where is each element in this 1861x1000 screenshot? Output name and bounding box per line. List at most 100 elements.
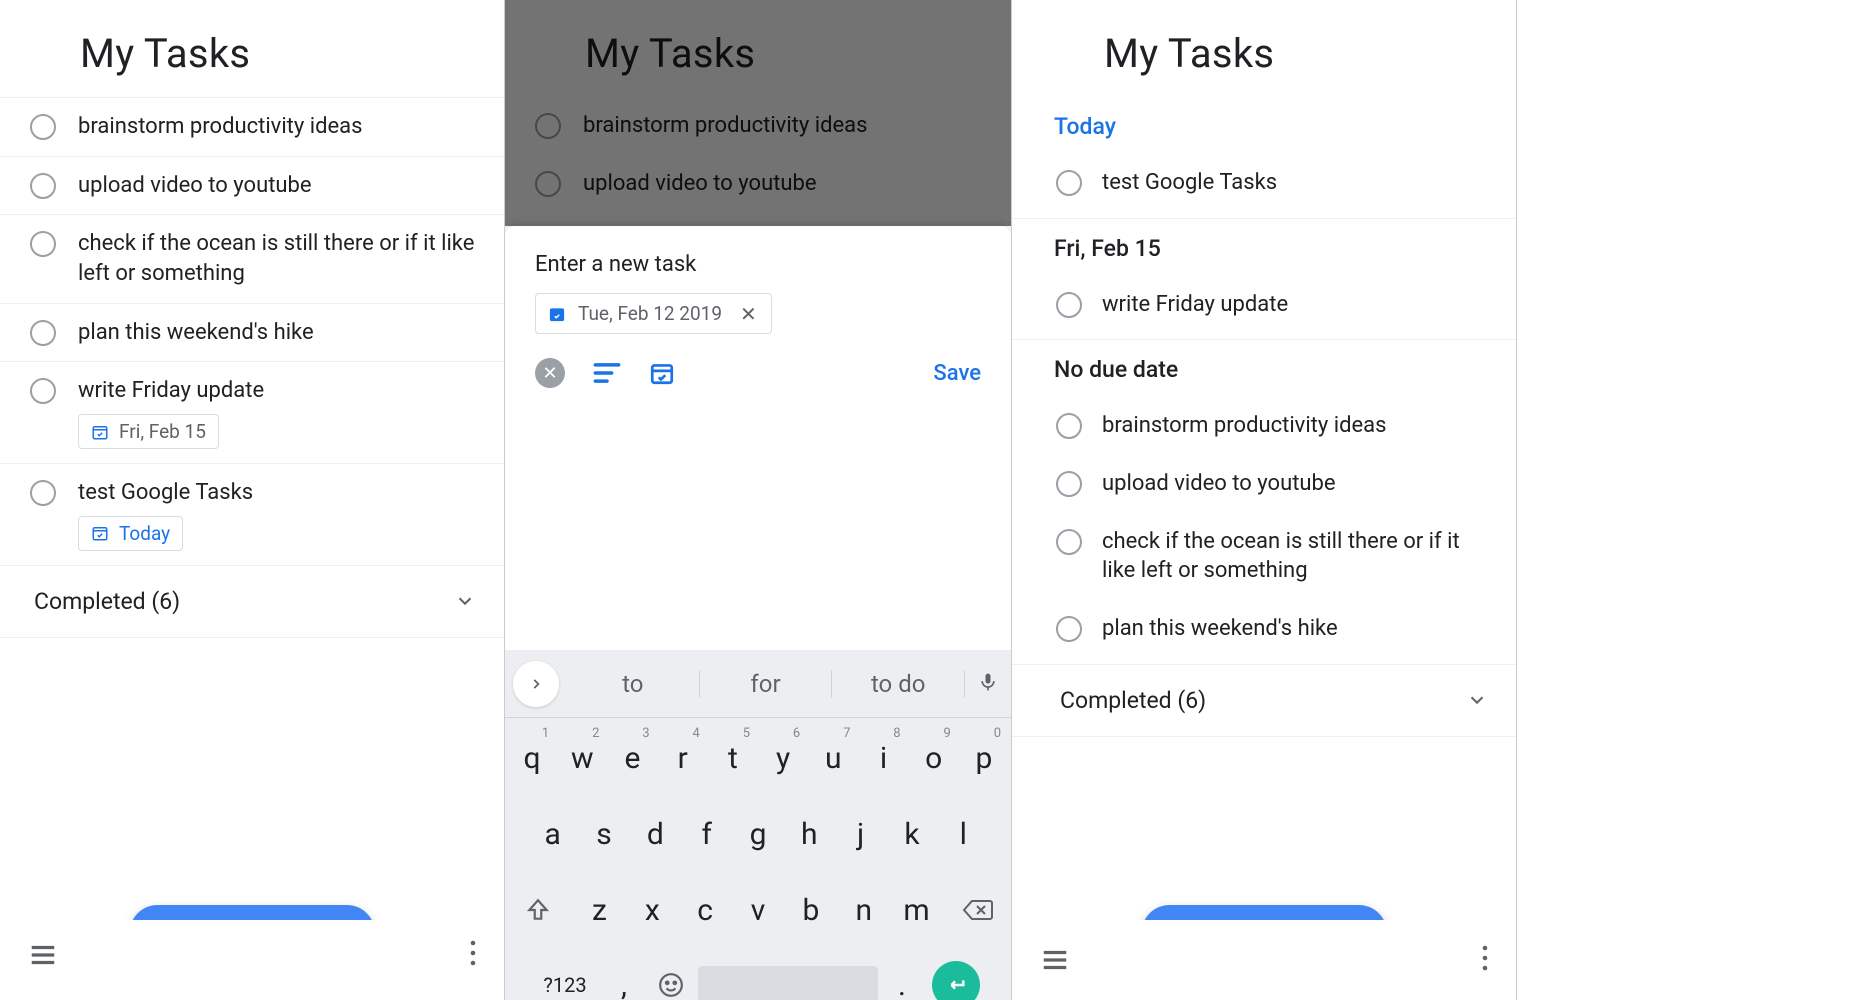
page-title: My Tasks <box>1012 0 1516 97</box>
key-o[interactable]: 9o <box>911 722 957 794</box>
task-text: plan this weekend's hike <box>78 318 314 348</box>
task-checkbox[interactable] <box>1056 616 1082 642</box>
key-m[interactable]: m <box>892 874 941 946</box>
task-text: plan this weekend's hike <box>1102 614 1338 644</box>
modal-scrim[interactable] <box>505 0 1011 226</box>
chevron-down-icon <box>454 590 476 612</box>
task-row[interactable]: plan this weekend's hike <box>1012 600 1516 658</box>
bottom-bar <box>0 920 504 1000</box>
task-row[interactable]: check if the ocean is still there or if … <box>1012 513 1516 600</box>
keyboard: to for to do 1q2w3e4r5t6y7u8i9o0p asdfgh… <box>505 650 1011 1000</box>
menu-icon[interactable] <box>1040 945 1070 975</box>
task-checkbox[interactable] <box>1056 170 1082 196</box>
task-text: upload video to youtube <box>1102 469 1336 499</box>
task-row[interactable]: brainstorm productivity ideas <box>0 97 504 157</box>
more-icon[interactable] <box>470 940 476 970</box>
task-row[interactable]: write Friday update Fri, Feb 15 <box>0 362 504 464</box>
task-row[interactable]: brainstorm productivity ideas <box>1012 397 1516 455</box>
task-row[interactable]: test Google Tasks <box>1012 154 1516 212</box>
completed-toggle[interactable]: Completed (6) <box>0 566 504 638</box>
section-header: Fri, Feb 15 <box>1012 219 1516 276</box>
symbols-key[interactable]: ?123 <box>530 950 600 1000</box>
space-key[interactable] <box>698 966 878 1000</box>
key-w[interactable]: 2w <box>559 722 605 794</box>
key-n[interactable]: n <box>839 874 888 946</box>
key-a[interactable]: a <box>529 798 576 870</box>
task-checkbox[interactable] <box>1056 413 1082 439</box>
key-q[interactable]: 1q <box>509 722 555 794</box>
completed-label: Completed (6) <box>1060 687 1206 714</box>
task-row[interactable]: upload video to youtube <box>0 157 504 216</box>
task-checkbox[interactable] <box>1056 292 1082 318</box>
task-checkbox[interactable] <box>1056 471 1082 497</box>
key-p[interactable]: 0p <box>961 722 1007 794</box>
key-k[interactable]: k <box>888 798 935 870</box>
key-z[interactable]: z <box>575 874 624 946</box>
key-l[interactable]: l <box>940 798 987 870</box>
key-f[interactable]: f <box>683 798 730 870</box>
task-row[interactable]: test Google Tasks Today <box>0 464 504 566</box>
key-e[interactable]: 3e <box>609 722 655 794</box>
suggestion[interactable]: to <box>567 670 700 698</box>
task-checkbox[interactable] <box>30 378 56 404</box>
more-icon[interactable] <box>1482 945 1488 975</box>
backspace-key[interactable] <box>949 874 1007 946</box>
phone-tasks-by-date: My Tasks Today test Google Tasks Fri, Fe… <box>1012 0 1517 1000</box>
key-h[interactable]: h <box>786 798 833 870</box>
task-checkbox[interactable] <box>30 173 56 199</box>
phone-new-task-sheet: My Tasks brainstorm productivity ideas u… <box>505 0 1012 1000</box>
key-i[interactable]: 8i <box>860 722 906 794</box>
key-x[interactable]: x <box>628 874 677 946</box>
completed-label: Completed (6) <box>34 588 180 615</box>
expand-icon[interactable] <box>513 661 559 707</box>
task-text: brainstorm productivity ideas <box>1102 411 1387 441</box>
task-checkbox[interactable] <box>30 480 56 506</box>
key-u[interactable]: 7u <box>810 722 856 794</box>
enter-key[interactable] <box>926 950 986 1000</box>
calendar-icon <box>548 305 566 323</box>
task-row[interactable]: upload video to youtube <box>1012 455 1516 513</box>
key-r[interactable]: 4r <box>660 722 706 794</box>
clear-date-icon[interactable]: ✕ <box>734 304 763 324</box>
task-checkbox[interactable] <box>1056 529 1082 555</box>
date-chip[interactable]: Tue, Feb 12 2019 ✕ <box>535 293 772 334</box>
calendar-icon[interactable] <box>649 360 675 386</box>
key-b[interactable]: b <box>786 874 835 946</box>
new-task-input[interactable]: Enter a new task <box>505 226 1011 293</box>
suggestion[interactable]: to do <box>832 670 965 698</box>
task-row[interactable]: write Friday update <box>1012 276 1516 334</box>
key-t[interactable]: 5t <box>710 722 756 794</box>
emoji-key[interactable] <box>648 950 694 1000</box>
date-chip[interactable]: Today <box>78 516 183 551</box>
task-checkbox[interactable] <box>30 320 56 346</box>
key-s[interactable]: s <box>580 798 627 870</box>
completed-toggle[interactable]: Completed (6) <box>1012 665 1516 737</box>
key-c[interactable]: c <box>681 874 730 946</box>
date-chip[interactable]: Fri, Feb 15 <box>78 414 219 449</box>
details-icon[interactable] <box>593 362 621 384</box>
task-text: upload video to youtube <box>78 171 312 201</box>
period-key[interactable]: . <box>882 950 922 1000</box>
key-d[interactable]: d <box>632 798 679 870</box>
task-text: test Google Tasks <box>78 478 253 508</box>
phone-tasks-list: My Tasks brainstorm productivity ideas u… <box>0 0 505 1000</box>
shift-key[interactable] <box>509 874 567 946</box>
key-y[interactable]: 6y <box>760 722 806 794</box>
section-header: No due date <box>1012 340 1516 397</box>
dismiss-button[interactable]: ✕ <box>535 358 565 388</box>
menu-icon[interactable] <box>28 940 58 970</box>
task-row[interactable]: check if the ocean is still there or if … <box>0 215 504 303</box>
comma-key[interactable]: , <box>604 950 644 1000</box>
mic-icon[interactable] <box>965 669 1011 699</box>
page-title: My Tasks <box>0 0 504 97</box>
calendar-icon <box>91 423 109 441</box>
task-row[interactable]: plan this weekend's hike <box>0 304 504 363</box>
key-v[interactable]: v <box>734 874 783 946</box>
save-button[interactable]: Save <box>933 361 981 386</box>
key-j[interactable]: j <box>837 798 884 870</box>
new-task-sheet: Enter a new task Tue, Feb 12 2019 ✕ ✕ Sa… <box>505 226 1011 1000</box>
task-checkbox[interactable] <box>30 231 56 257</box>
task-checkbox[interactable] <box>30 114 56 140</box>
key-g[interactable]: g <box>734 798 781 870</box>
suggestion[interactable]: for <box>700 670 833 698</box>
